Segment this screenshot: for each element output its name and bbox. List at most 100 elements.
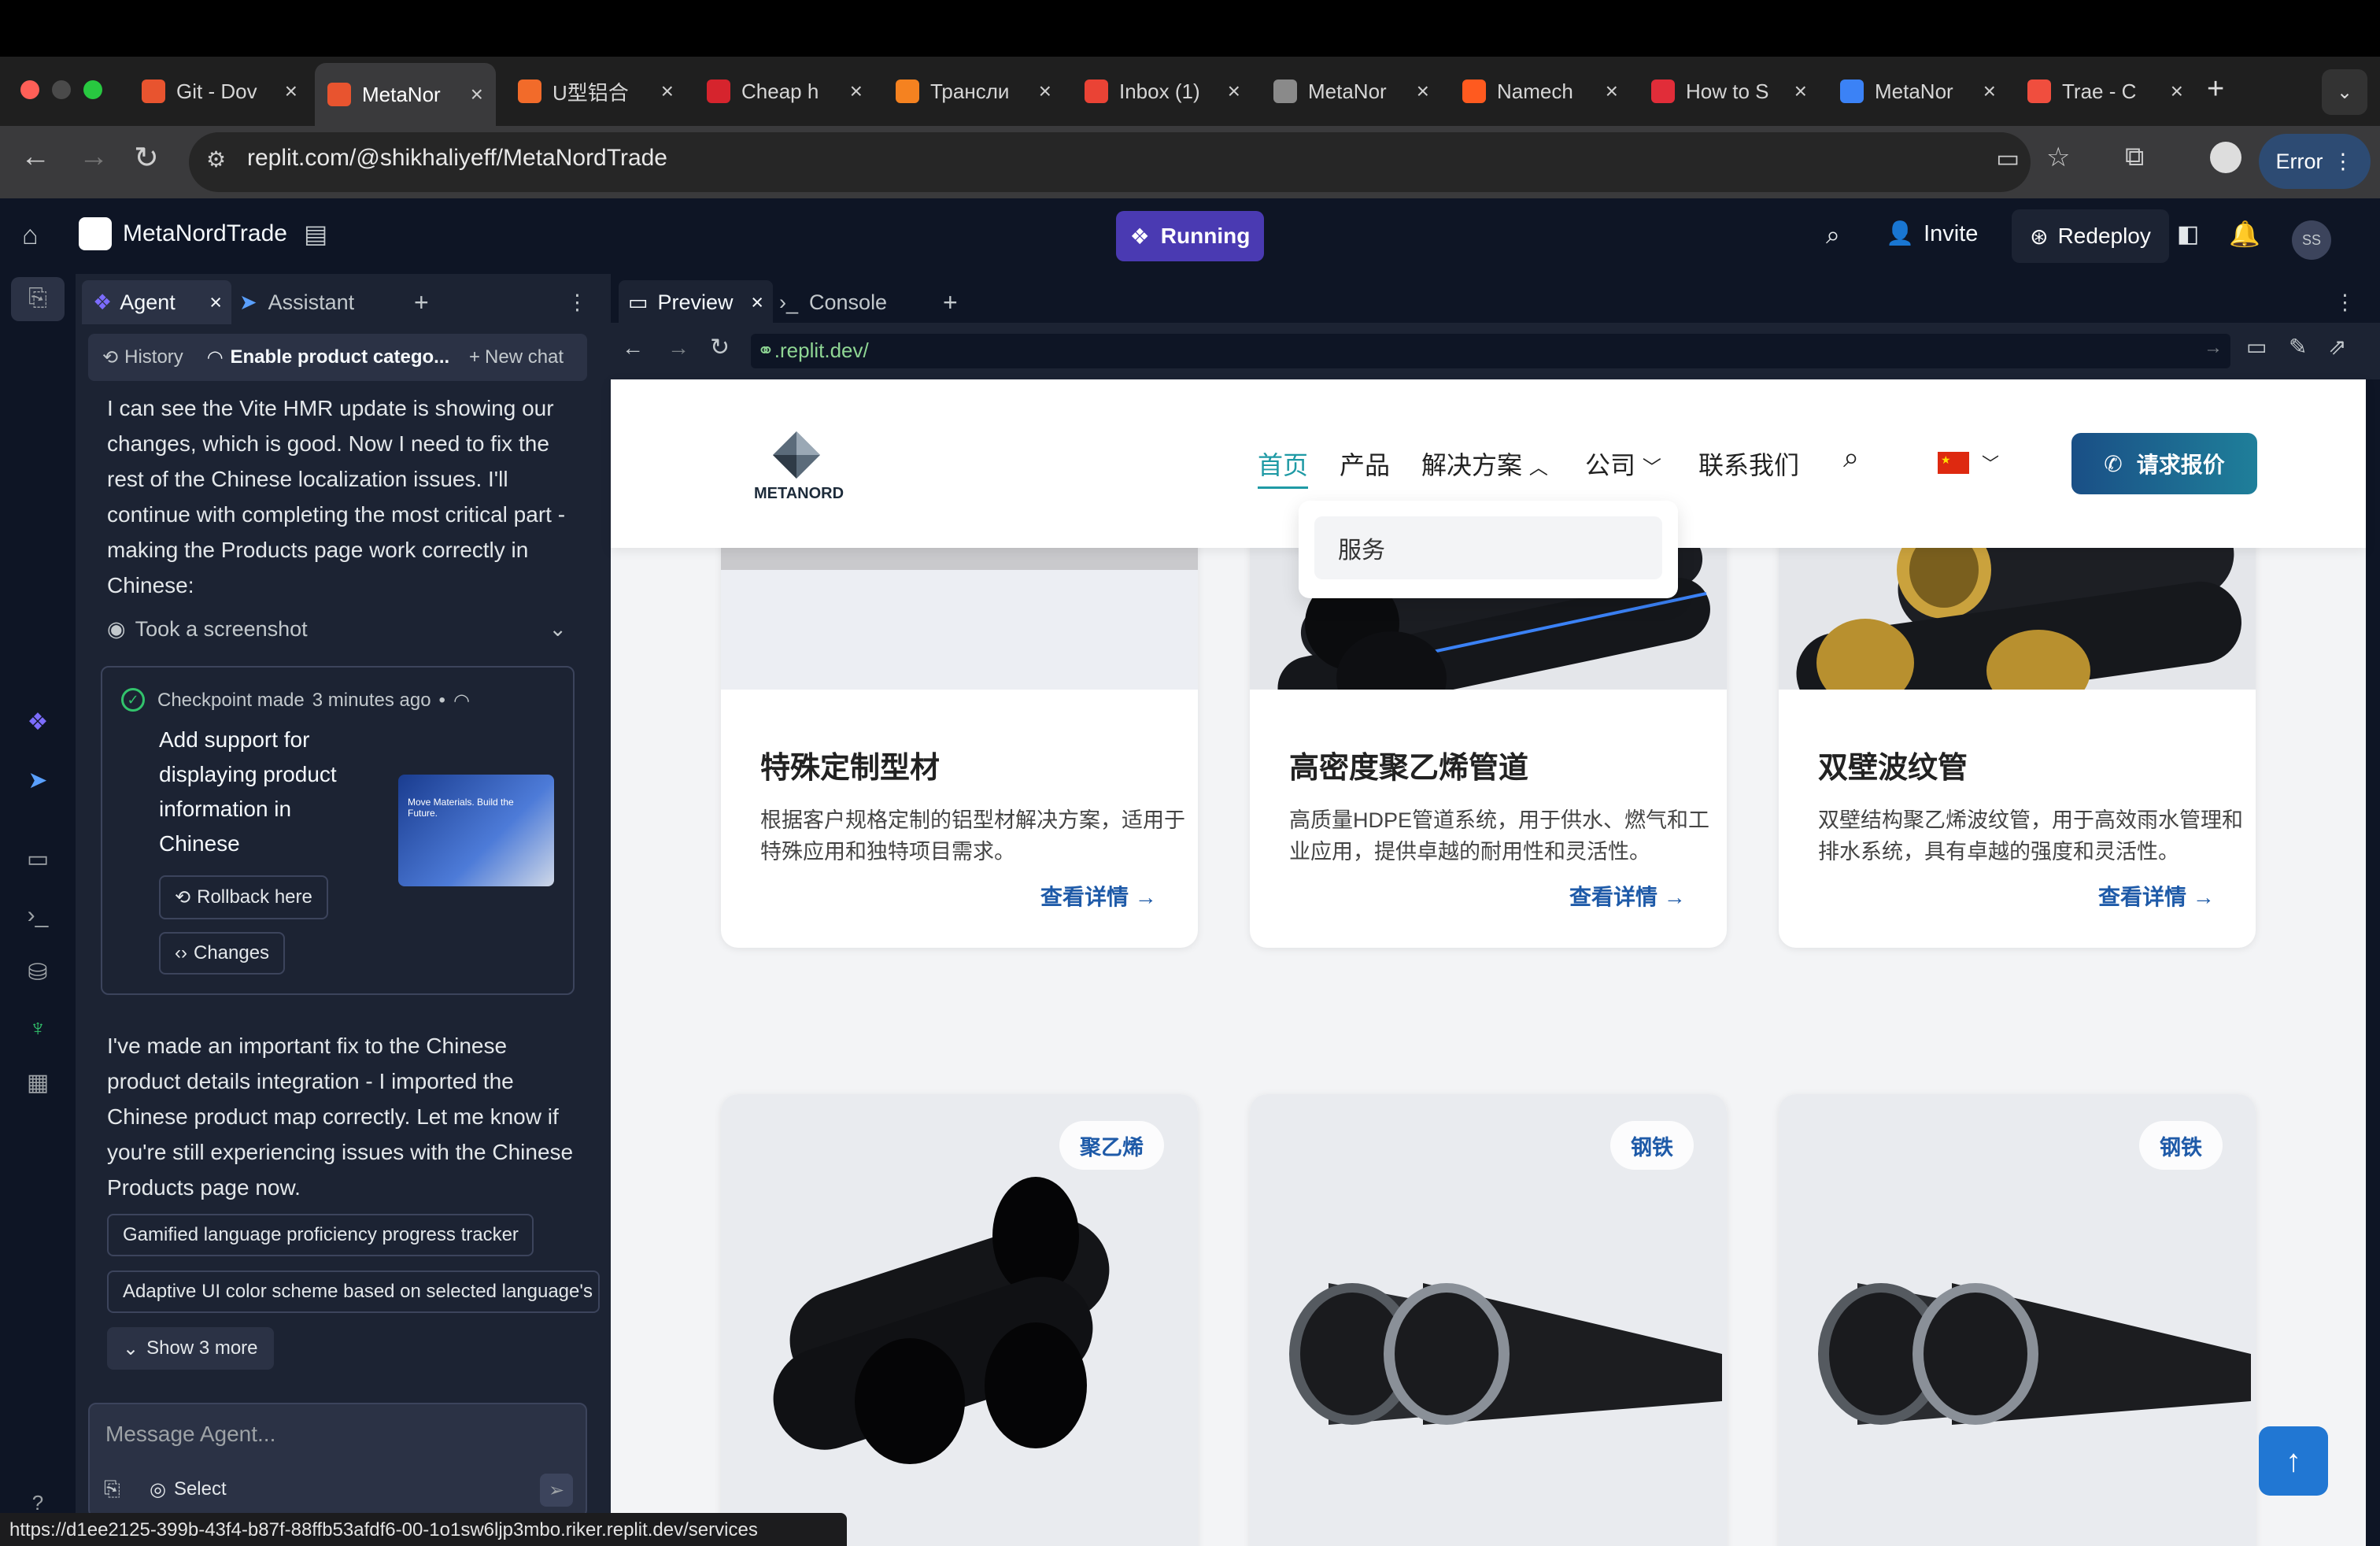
language-chevron-icon[interactable]: ﹀ [1982,450,1999,475]
database-icon[interactable]: ▤ [304,219,327,249]
close-tab-icon[interactable]: × [751,290,763,315]
extensions-puzzle-icon[interactable]: ⧉ [2125,142,2144,172]
preview-back-icon[interactable]: ← [622,335,644,361]
card-link-3[interactable]: 查看详情 → [2098,880,2215,912]
bookmark-star-icon[interactable]: ☆ [2046,142,2070,173]
user-avatar[interactable]: SS [2292,220,2331,260]
preview-url-input[interactable] [751,334,2230,368]
select-element-button[interactable]: ◎ Select [150,1478,227,1501]
search-icon[interactable]: ⌕ [1826,220,1840,250]
maximize-window-button[interactable] [83,80,102,99]
all-tools-grid-icon[interactable]: ▦ [24,1069,52,1097]
suggestion-chip-1[interactable]: Gamified language proficiency progress t… [107,1214,534,1256]
tab-close-icon[interactable]: × [850,79,863,104]
metanord-logo-icon[interactable] [771,430,822,480]
open-new-window-icon[interactable]: ⇗ [2328,334,2346,360]
profile-avatar-icon[interactable] [2210,142,2241,173]
forward-arrow-icon[interactable]: → [79,140,109,174]
preview-menu-icon[interactable]: ⋮ [2334,280,2356,324]
nav-company[interactable]: 公司 ﹀ [1585,446,1661,482]
new-tab-plus-icon[interactable]: + [2207,72,2224,106]
rollback-button[interactable]: ⟲ Rollback here [159,875,328,919]
tab-close-icon[interactable]: × [1417,79,1429,104]
thread-title[interactable]: ◠ Enable product catego... [208,346,464,369]
install-app-icon[interactable]: ▭ [1996,143,2020,173]
changes-button[interactable]: ‹› Changes [159,932,286,975]
minimize-window-button[interactable] [52,80,71,99]
nav-contact[interactable]: 联系我们 [1698,446,1799,482]
agent-icon[interactable]: ❖ [24,708,52,737]
site-search-icon[interactable]: ⌕ [1843,441,1859,475]
invite-button[interactable]: 👤 Invite [1886,220,1978,247]
tab-close-icon[interactable]: × [1794,79,1807,104]
devtools-wrench-icon[interactable]: ✎ [2289,334,2307,360]
close-window-button[interactable] [20,80,39,99]
checkpoint-thumbnail[interactable]: Move Materials. Build the Future. [398,775,554,886]
browser-tab[interactable]: MetaNor × [1261,66,1442,117]
database-sidebar-icon[interactable]: ⛁ [24,959,52,987]
card-link-2[interactable]: 查看详情 → [1569,880,1686,912]
running-button[interactable]: ❖ Running [1116,211,1264,261]
browser-error-button[interactable]: Error ⋮ [2259,134,2371,189]
preview-reload-icon[interactable]: ↻ [710,334,730,361]
device-icon[interactable]: ▭ [2246,334,2267,360]
tab-assistant[interactable]: ➤ Assistant [239,280,354,324]
request-quote-button[interactable]: ✆ 请求报价 [2071,433,2257,494]
attach-paperclip-icon[interactable]: ⎘ [104,1477,120,1502]
browser-tab[interactable]: Git - Dov × [129,66,310,117]
nav-home[interactable]: 首页 [1258,446,1309,489]
notification-bell-icon[interactable]: 🔔 [2229,219,2260,249]
close-tab-icon[interactable]: × [209,290,222,315]
url-go-icon[interactable]: → [2204,337,2223,359]
tab-close-icon[interactable]: × [1606,79,1618,104]
add-tab-icon[interactable]: + [943,280,958,324]
tab-close-icon[interactable]: × [1039,79,1051,104]
history-button[interactable]: ⟲ History [102,346,183,369]
tab-close-icon[interactable]: × [661,79,674,104]
panel-menu-icon[interactable]: ⋮ [567,280,588,324]
assistant-icon[interactable]: ➤ [24,767,52,795]
suggestion-chip-2[interactable]: Adaptive UI color scheme based on select… [107,1270,600,1313]
redeploy-button[interactable]: ⊛ Redeploy [2012,209,2169,263]
tab-agent[interactable]: ❖ Agent × [82,280,231,324]
tab-close-icon[interactable]: × [471,82,483,107]
console-icon[interactable]: ›_ [24,902,52,930]
nav-products[interactable]: 产品 [1340,446,1390,482]
tab-close-icon[interactable]: × [1228,79,1240,104]
tab-close-icon[interactable]: × [1983,79,1996,104]
browser-tab[interactable]: Трансли × [883,66,1064,117]
preview-forward-icon[interactable]: → [667,335,689,361]
send-icon[interactable]: ➢ [540,1474,573,1507]
browser-tab[interactable]: How to S × [1639,66,1820,117]
copy-icon[interactable]: ◧ [2177,220,2199,248]
browser-tab[interactable]: Inbox (1) × [1072,66,1253,117]
browser-tab[interactable]: Trae - C × [2015,66,2196,117]
browser-tab[interactable]: MetaNor × [1828,66,2009,117]
tab-search-chevron-icon[interactable]: ⌄ [2322,69,2367,115]
files-icon[interactable]: ⎘ [24,285,52,313]
card-link-1[interactable]: 查看详情 → [1040,880,1157,912]
restore-icon[interactable]: ◠ [453,690,470,712]
scroll-to-top-button[interactable]: ↑ [2259,1426,2328,1496]
message-input[interactable]: Message Agent... [105,1422,275,1447]
tab-close-icon[interactable]: × [2171,79,2183,104]
nav-solutions[interactable]: 解决方案 ︿ [1421,446,1548,482]
tab-preview[interactable]: ▭ Preview × [619,280,773,324]
preview-icon[interactable]: ▭ [24,845,52,874]
deployments-icon[interactable]: ♆ [24,1015,52,1044]
browser-tab[interactable]: MetaNor × [315,63,496,126]
browser-tab[interactable]: Cheap h × [694,66,875,117]
reload-icon[interactable]: ↻ [134,140,159,176]
browser-tab[interactable]: U型铝合 × [505,66,686,117]
dropdown-item-services[interactable]: 服务 [1314,516,1662,579]
home-icon[interactable]: ⌂ [22,220,39,251]
screenshot-step[interactable]: ◉ Took a screenshot ⌄ [107,617,567,642]
tab-console[interactable]: ›_ Console [779,280,887,324]
new-chat-button[interactable]: + New chat [469,346,564,368]
show-more-button[interactable]: ⌄ Show 3 more [107,1327,274,1370]
back-arrow-icon[interactable]: ← [20,140,50,174]
project-name[interactable]: MetaNordTrade [123,220,287,247]
tab-close-icon[interactable]: × [285,79,298,104]
add-panel-tab-icon[interactable]: + [414,280,429,324]
site-settings-icon[interactable]: ⚙ [206,146,226,172]
